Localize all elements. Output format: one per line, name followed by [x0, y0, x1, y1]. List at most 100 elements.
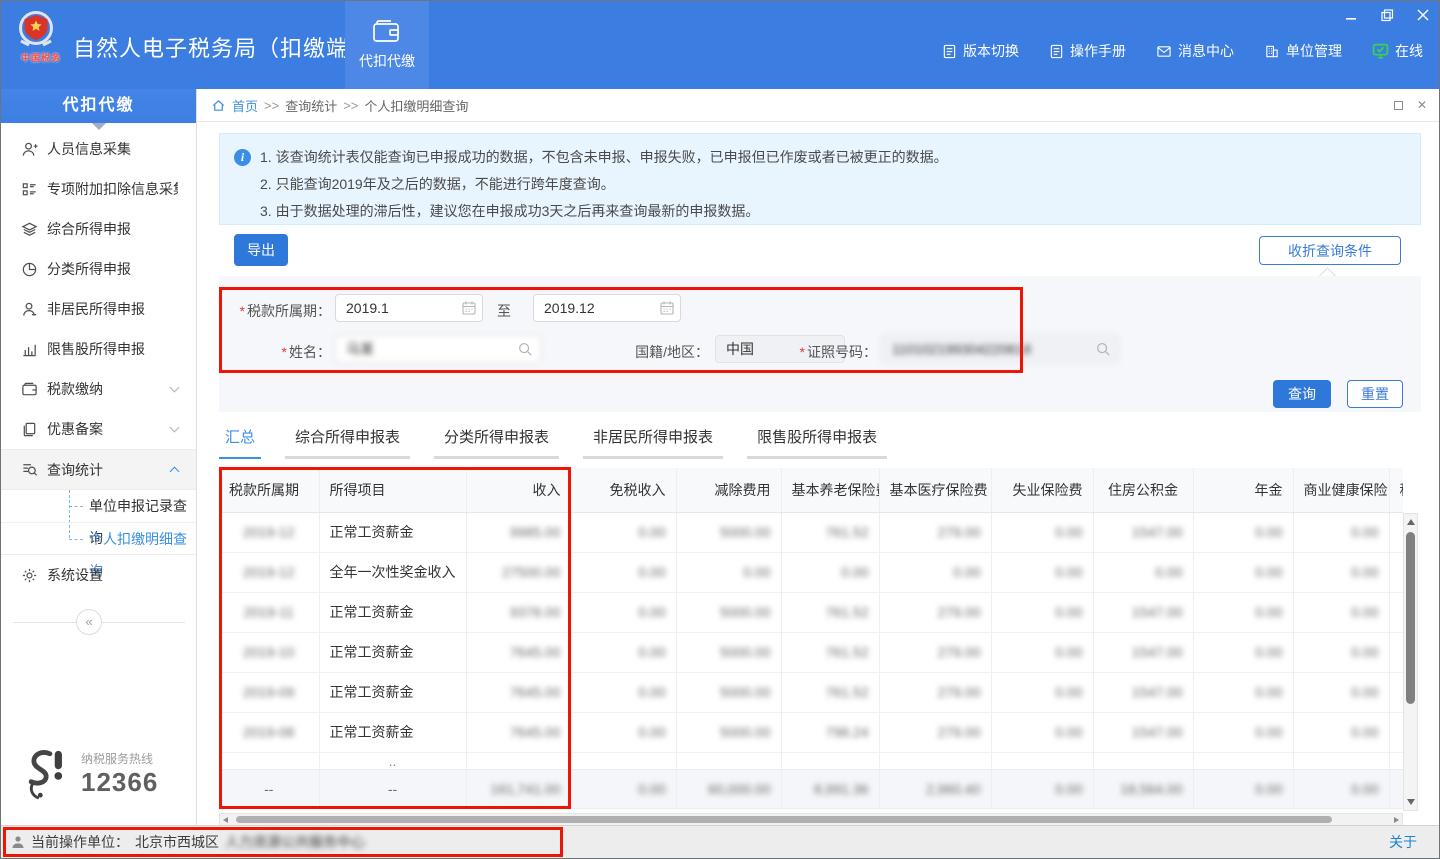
period-cell: 2019-12 — [243, 564, 294, 580]
summary-table: 税款所属期 所得项目 收入 免税收入 减除费用 基本养老保险费 基本医疗保险费 … — [219, 468, 1403, 809]
sidebar-item-tax-payment[interactable]: 税款缴纳 — [1, 369, 196, 409]
close-button[interactable] — [1415, 7, 1431, 23]
horizontal-scroll-thumb[interactable] — [236, 816, 1332, 823]
value-cell: 279.00 — [938, 684, 981, 700]
scroll-down-arrow[interactable] — [1407, 799, 1415, 805]
required-mark: * — [800, 344, 805, 360]
income-item-cell: 正常工资薪金 — [319, 672, 466, 712]
sidebar-item-preferential-filing[interactable]: 优惠备案 — [1, 409, 196, 449]
sidebar-item-query-statistics[interactable]: 查询统计 — [1, 449, 196, 489]
tab-summary[interactable]: 汇总 — [219, 426, 261, 459]
table-row-clipped: .. — [219, 752, 1403, 769]
tab-nonresident[interactable]: 非居民所得申报表 — [583, 426, 723, 459]
value-cell: 0.00 — [1255, 644, 1282, 660]
id-number-input[interactable] — [881, 335, 1119, 363]
total-period-cell: -- — [219, 769, 319, 809]
scroll-right-arrow[interactable] — [1394, 817, 1399, 823]
search-icon[interactable] — [517, 341, 533, 357]
tab-restricted-stock[interactable]: 限售股所得申报表 — [747, 426, 887, 459]
sidebar-collapse-button[interactable]: « — [76, 609, 102, 635]
vertical-scrollbar[interactable] — [1403, 513, 1418, 811]
restore-button[interactable] — [1379, 7, 1395, 23]
about-link[interactable]: 关于 — [1389, 832, 1417, 852]
hotline-logo-icon — [23, 747, 73, 801]
calendar-icon[interactable] — [659, 300, 675, 316]
value-cell: 7645.00 — [510, 684, 561, 700]
nav-message-center[interactable]: 消息中心 — [1156, 41, 1234, 61]
sidebar-item-classified-income[interactable]: 分类所得申报 — [1, 249, 196, 289]
breadcrumb-home-link[interactable]: 首页 — [232, 96, 258, 115]
vertical-scroll-thumb[interactable] — [1406, 532, 1415, 704]
wallet-icon — [372, 19, 402, 45]
online-status-icon — [1372, 43, 1389, 60]
value-cell: 5000.00 — [720, 644, 771, 660]
sidebar-item-label: 系统设置 — [47, 565, 178, 585]
scroll-up-arrow[interactable] — [1407, 519, 1415, 525]
total-value-cell: 8,991.36 — [814, 781, 869, 797]
value-cell: 279.00 — [938, 644, 981, 660]
total-value-cell: 0.00 — [638, 781, 665, 797]
notice-line: 2. 只能查询2019年及之后的数据，不能进行跨年度查询。 — [260, 171, 1406, 198]
document-icon — [942, 44, 957, 59]
scroll-left-arrow[interactable] — [223, 817, 228, 823]
panel-close-icon[interactable]: ✕ — [1417, 99, 1427, 111]
table-row: 2019-12 正常工资薪金 9985.00 0.00 5000.00 761.… — [219, 512, 1403, 552]
column-header: 减除费用 — [676, 468, 781, 512]
total-value-cell: 0.00 — [1055, 781, 1082, 797]
sidebar-item-restricted-stock[interactable]: 限售股所得申报 — [1, 329, 196, 369]
notice-line: 3. 由于数据处理的滞后性，建议您在申报成功3天之后再来查询最新的申报数据。 — [260, 198, 1406, 225]
sidebar-item-nonresident-income[interactable]: 非居民所得申报 — [1, 289, 196, 329]
tab-comprehensive[interactable]: 综合所得申报表 — [285, 426, 410, 459]
value-cell: 0.00 — [1351, 524, 1378, 540]
reset-button[interactable]: 重置 — [1347, 380, 1403, 408]
panel-maximize-icon[interactable] — [1394, 101, 1403, 110]
tab-classified[interactable]: 分类所得申报表 — [434, 426, 559, 459]
hotline-block: 纳税服务热线 12366 — [23, 747, 158, 801]
value-cell: 761.52 — [826, 644, 869, 660]
breadcrumb: 首页 >> 查询统计 >> 个人扣缴明细查询 ✕ — [197, 89, 1440, 122]
to-label: 至 — [497, 301, 511, 321]
column-header: 免税收入 — [571, 468, 676, 512]
column-header: 基本医疗保险费 — [879, 468, 991, 512]
wallet-icon — [21, 381, 47, 398]
sidebar-item-personnel-info[interactable]: 人员信息采集 — [1, 129, 196, 169]
value-cell: 7645.00 — [510, 644, 561, 660]
main-area: 首页 >> 查询统计 >> 个人扣缴明细查询 ✕ i 1. 该查询统计表仅能查询… — [197, 89, 1440, 827]
total-value-cell: 161,741.00 — [490, 781, 560, 797]
calendar-icon[interactable] — [461, 300, 477, 316]
hotline-text: 纳税服务热线 12366 — [81, 750, 158, 798]
value-cell: 279.00 — [938, 724, 981, 740]
value-cell: 0.00 — [638, 524, 665, 540]
module-tab-label: 代扣代缴 — [359, 51, 415, 71]
collapse-query-button[interactable]: 收折查询条件 — [1259, 236, 1401, 265]
id-number-label: *证照号码： — [785, 342, 877, 362]
name-input[interactable] — [335, 335, 541, 363]
value-cell: 1547.00 — [1132, 604, 1183, 620]
sidebar-header: 代扣代缴 — [1, 89, 196, 123]
nav-organization-management[interactable]: 单位管理 — [1264, 41, 1342, 61]
minimize-button[interactable] — [1343, 7, 1359, 23]
sidebar-menu: 人员信息采集 专项附加扣除信息采集 综合所得申报 — [1, 129, 196, 595]
sidebar-subitem-unit-declaration-query[interactable]: 单位申报记录查询 — [1, 490, 196, 522]
search-icon[interactable] — [1095, 341, 1111, 357]
clipped-row-marker: .. — [319, 752, 466, 769]
sidebar-item-system-settings[interactable]: 系统设置 — [1, 555, 196, 595]
app-window: 中国税务 自然人电子税务局（扣缴端） 代扣代缴 版本切换 操作手 — [0, 0, 1440, 859]
tab-withholding-module[interactable]: 代扣代缴 — [345, 1, 429, 89]
period-cell: 2019-09 — [243, 684, 294, 700]
nav-online-status[interactable]: 在线 — [1372, 41, 1423, 61]
value-cell: 0.00 — [638, 564, 665, 580]
query-button[interactable]: 查询 — [1273, 380, 1331, 408]
content: i 1. 该查询统计表仅能查询已申报成功的数据，不包含未申报、申报失败，已申报但… — [197, 122, 1440, 827]
value-cell: 0.00 — [1055, 524, 1082, 540]
value-cell: 0.00 — [1351, 604, 1378, 620]
nationality-label: 国籍/地区： — [617, 342, 709, 362]
sidebar-item-special-deduction[interactable]: 专项附加扣除信息采集 — [1, 169, 196, 209]
sidebar-subitem-personal-withholding-query[interactable]: 个人扣缴明细查询 — [1, 522, 196, 554]
nav-version-switch[interactable]: 版本切换 — [942, 41, 1019, 61]
nav-manual[interactable]: 操作手册 — [1049, 41, 1126, 61]
column-header: 基本养老保险费 — [781, 468, 879, 512]
sidebar-item-comprehensive-income[interactable]: 综合所得申报 — [1, 209, 196, 249]
column-header: 失业保险费 — [991, 468, 1093, 512]
export-button[interactable]: 导出 — [234, 234, 288, 266]
